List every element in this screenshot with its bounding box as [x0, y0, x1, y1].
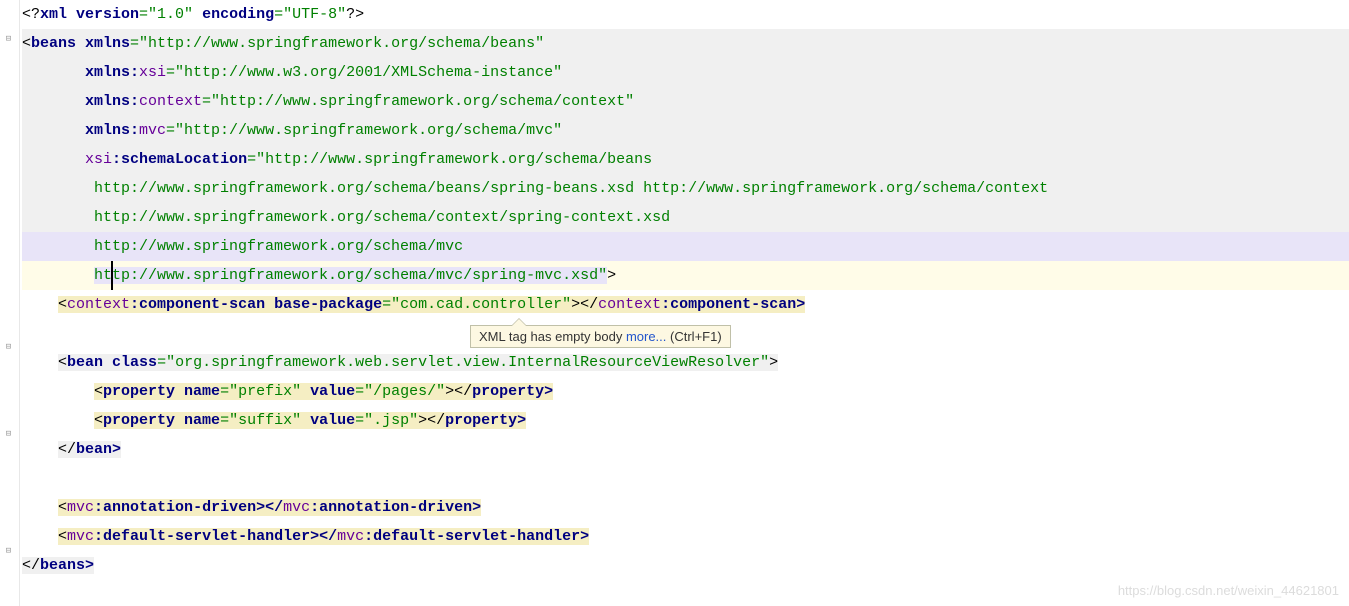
tooltip-shortcut: (Ctrl+F1)	[666, 329, 721, 344]
code-line[interactable]: <mvc:annotation-driven></mvc:annotation-…	[22, 493, 1349, 522]
code-line[interactable]: <?xml version="1.0" encoding="UTF-8"?>	[22, 0, 1349, 29]
code-line[interactable]: xmlns:mvc="http://www.springframework.or…	[22, 116, 1349, 145]
code-line[interactable]: xsi:schemaLocation="http://www.springfra…	[22, 145, 1349, 174]
text-cursor	[111, 261, 113, 290]
code-line[interactable]: </bean>	[22, 435, 1349, 464]
editor-container: ⊟ ⊟ ⊟ ⊟ 💡 <?xml version="1.0" encoding="…	[0, 0, 1349, 606]
code-line[interactable]: <context:component-scan base-package="co…	[22, 290, 1349, 319]
code-line[interactable]: xmlns:xsi="http://www.w3.org/2001/XMLSch…	[22, 58, 1349, 87]
tooltip-more-link[interactable]: more...	[626, 329, 666, 344]
inspection-tooltip: XML tag has empty body more... (Ctrl+F1)	[470, 325, 731, 348]
code-line[interactable]	[22, 464, 1349, 493]
code-line[interactable]: http://www.springframework.org/schema/co…	[22, 203, 1349, 232]
fold-icon[interactable]: ⊟	[3, 34, 14, 45]
code-line-current[interactable]: http://www.springframework.org/schema/mv…	[22, 261, 1349, 290]
code-line[interactable]: <property name="prefix" value="/pages/">…	[22, 377, 1349, 406]
code-line[interactable]: <bean class="org.springframework.web.ser…	[22, 348, 1349, 377]
code-line[interactable]: http://www.springframework.org/schema/be…	[22, 174, 1349, 203]
fold-icon[interactable]: ⊟	[3, 429, 14, 440]
gutter: ⊟ ⊟ ⊟ ⊟	[0, 0, 20, 606]
tooltip-text: XML tag has empty body	[479, 329, 626, 344]
code-line[interactable]: xmlns:context="http://www.springframewor…	[22, 87, 1349, 116]
fold-icon[interactable]: ⊟	[3, 342, 14, 353]
code-line[interactable]: </beans>	[22, 551, 1349, 580]
code-line[interactable]: http://www.springframework.org/schema/mv…	[22, 232, 1349, 261]
code-line[interactable]: <mvc:default-servlet-handler></mvc:defau…	[22, 522, 1349, 551]
code-area[interactable]: <?xml version="1.0" encoding="UTF-8"?> <…	[20, 0, 1349, 606]
fold-icon[interactable]: ⊟	[3, 546, 14, 557]
code-line[interactable]: <beans xmlns="http://www.springframework…	[22, 29, 1349, 58]
code-line[interactable]: <property name="suffix" value=".jsp"></p…	[22, 406, 1349, 435]
